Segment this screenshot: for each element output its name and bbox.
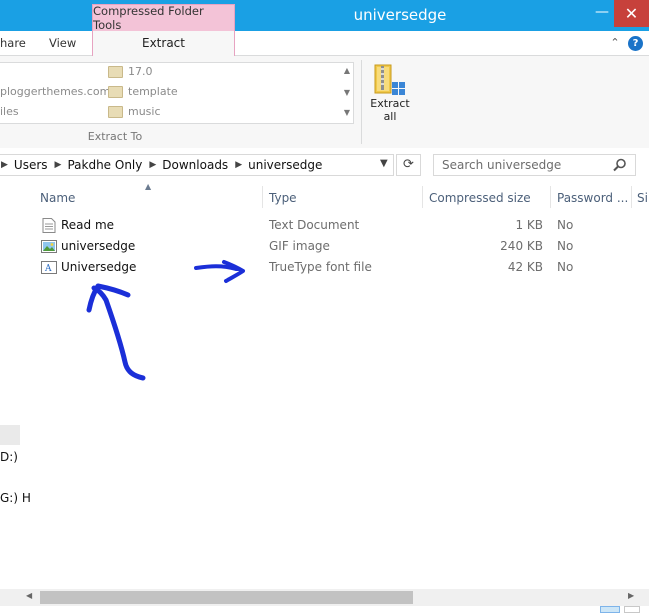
- file-type: GIF image: [269, 239, 330, 253]
- image-file-icon: [41, 240, 57, 253]
- breadcrumb-separator-icon[interactable]: ▶: [149, 160, 156, 170]
- svg-text:A: A: [44, 264, 52, 274]
- text-file-icon: [42, 218, 56, 233]
- column-divider[interactable]: [631, 186, 632, 208]
- extract-all-label-line1: Extract: [370, 97, 410, 110]
- annotation-arrow-up-head: [86, 283, 131, 313]
- file-name[interactable]: Read me: [61, 215, 114, 236]
- collapse-ribbon-icon[interactable]: ⌃: [608, 36, 622, 50]
- breadcrumb-separator-icon[interactable]: ▶: [1, 160, 8, 170]
- refresh-icon[interactable]: ⟳: [396, 154, 421, 176]
- breadcrumb[interactable]: ▶ Users ▶ Pakdhe Only ▶ Downloads ▶ univ…: [0, 154, 394, 176]
- extract-all-icon[interactable]: [374, 62, 406, 96]
- tab-view[interactable]: View: [49, 31, 76, 55]
- gallery-scroll-down-icon[interactable]: ▼: [342, 88, 352, 97]
- ribbon-separator: [361, 60, 362, 144]
- nav-item-drive-d[interactable]: D:): [0, 450, 18, 464]
- column-divider[interactable]: [550, 186, 551, 208]
- column-header-name[interactable]: Name: [40, 188, 75, 208]
- address-dropdown-icon[interactable]: ▼: [380, 158, 388, 169]
- font-file-icon: A: [41, 261, 57, 274]
- sort-ascending-icon: ▲: [145, 182, 152, 191]
- file-name[interactable]: Universedge: [61, 257, 136, 278]
- file-name[interactable]: universedge: [61, 236, 135, 257]
- gallery-scroll-up-icon[interactable]: ▲: [342, 66, 352, 75]
- search-input[interactable]: [434, 155, 620, 175]
- navigation-pane: [0, 180, 20, 580]
- search-box[interactable]: [433, 154, 636, 176]
- nav-item-drive-g[interactable]: G:) H: [0, 491, 31, 505]
- column-header-compressed-size[interactable]: Compressed size: [429, 188, 531, 208]
- column-header-size[interactable]: Si: [637, 188, 648, 208]
- file-compressed-size: 240 KB: [500, 239, 543, 253]
- breadcrumb-separator-icon[interactable]: ▶: [235, 160, 242, 170]
- column-header-password[interactable]: Password ...: [557, 188, 628, 208]
- gallery-more-icon[interactable]: ▼: [342, 108, 352, 117]
- help-icon[interactable]: ?: [628, 36, 643, 51]
- large-icons-view-icon[interactable]: [624, 606, 640, 613]
- column-header-type[interactable]: Type: [269, 188, 297, 208]
- extract-to-item[interactable]: 17.0: [128, 65, 153, 78]
- folder-icon: [108, 66, 123, 78]
- file-password: No: [557, 260, 574, 274]
- breadcrumb-item[interactable]: Pakdhe Only: [67, 158, 142, 172]
- extract-to-item-left[interactable]: iles: [0, 105, 19, 118]
- minimize-button[interactable]: —: [590, 4, 614, 24]
- tab-share[interactable]: hare: [0, 31, 26, 55]
- file-row[interactable]: A Universedge TrueType font file 42 KB N…: [39, 257, 639, 278]
- scrollbar-thumb[interactable]: [40, 591, 413, 604]
- extract-all-button[interactable]: Extract all: [366, 97, 414, 123]
- file-password: No: [557, 218, 574, 232]
- tab-extract[interactable]: Extract: [92, 31, 235, 56]
- nav-selected-item[interactable]: [0, 425, 20, 445]
- file-type: Text Document: [269, 218, 360, 232]
- extract-to-item[interactable]: template: [128, 85, 178, 98]
- search-icon[interactable]: [612, 157, 628, 173]
- folder-icon: [108, 86, 123, 98]
- annotation-arrow-up: [91, 285, 146, 381]
- breadcrumb-separator-icon[interactable]: ▶: [55, 160, 62, 170]
- breadcrumb-item[interactable]: Users: [14, 158, 48, 172]
- folder-icon: [108, 106, 123, 118]
- extract-all-label-line2: all: [383, 110, 397, 123]
- status-bar: [0, 606, 649, 613]
- ribbon-group-label: Extract To: [87, 130, 143, 143]
- file-row[interactable]: Read me Text Document 1 KB No: [39, 215, 639, 236]
- breadcrumb-item[interactable]: Downloads: [162, 158, 228, 172]
- file-type: TrueType font file: [269, 260, 372, 274]
- extract-to-item[interactable]: music: [128, 105, 161, 118]
- file-compressed-size: 1 KB: [515, 218, 543, 232]
- scroll-right-icon[interactable]: ▶: [628, 591, 634, 600]
- close-button[interactable]: ✕: [614, 0, 649, 27]
- window-title: universedge: [353, 6, 447, 24]
- file-row[interactable]: universedge GIF image 240 KB No: [39, 236, 639, 257]
- context-tab-compressed-folder-tools[interactable]: Compressed Folder Tools: [92, 4, 235, 32]
- column-divider[interactable]: [422, 186, 423, 208]
- scroll-left-icon[interactable]: ◀: [26, 591, 32, 600]
- column-divider[interactable]: [262, 186, 263, 208]
- details-view-icon[interactable]: [600, 606, 620, 613]
- file-compressed-size: 42 KB: [507, 260, 543, 274]
- file-password: No: [557, 239, 574, 253]
- breadcrumb-item[interactable]: universedge: [248, 158, 322, 172]
- extract-to-item-left[interactable]: ploggerthemes.com): [0, 85, 115, 98]
